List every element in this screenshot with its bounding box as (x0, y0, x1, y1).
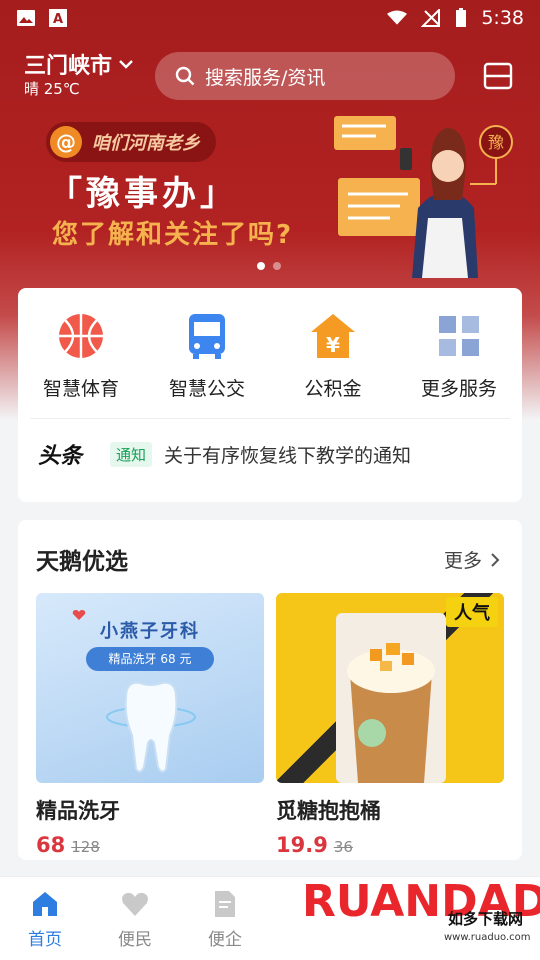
news-headline[interactable]: 关于有序恢复线下教学的通知 (164, 441, 411, 468)
nav-home[interactable]: 首页 (15, 889, 75, 950)
svg-text:A: A (53, 12, 63, 27)
service-label: 更多服务 (420, 378, 497, 400)
image-pill-text: 精品洗牙 68 元 (86, 647, 214, 671)
product-price: 68 128 (36, 833, 264, 857)
grid-icon (439, 316, 479, 356)
chevron-down-icon (119, 60, 133, 69)
sale-price: 68 (36, 833, 66, 857)
services-card: 智慧体育 智慧公交 ¥ 公积金 更多服务 头条 通知 关于有序恢复线下教学的通知 (18, 288, 522, 502)
app-notification-icon: A (49, 9, 67, 27)
header: 三门峡市 晴 25℃ 搜索服务/资讯 (0, 44, 540, 108)
nav-convenience[interactable]: 便民 (105, 889, 165, 950)
watermark-url: www.ruaduo.com (444, 932, 531, 943)
news-ticker[interactable]: 头条 通知 关于有序恢复线下教学的通知 (38, 438, 411, 470)
tooth-icon (106, 681, 196, 773)
service-item[interactable]: ¥ 公积金 (270, 310, 396, 401)
product-name: 精品洗牙 (36, 799, 120, 823)
more-label: 更多 (443, 550, 482, 572)
home-icon (33, 892, 57, 916)
service-label: 公积金 (304, 378, 362, 400)
city-selector[interactable]: 三门峡市 (24, 48, 134, 80)
service-label: 智慧体育 (42, 378, 119, 400)
image-brand-text: 小燕子牙科 (100, 621, 200, 642)
selection-card: 天鹅优选 更多 小燕子牙科 精品洗牙 68 元 精品洗牙 68 128 人气 觅… (18, 520, 522, 860)
banner-subtitle: 您了解和关注了吗? (52, 220, 294, 250)
svg-text:¥: ¥ (326, 333, 340, 357)
service-label: 智慧公交 (168, 378, 245, 400)
city-name: 三门峡市 (24, 54, 113, 79)
product-card-dental[interactable]: 小燕子牙科 精品洗牙 68 元 精品洗牙 68 128 (36, 593, 264, 857)
search-bar[interactable]: 搜索服务/资讯 (155, 52, 455, 100)
image-icon (17, 10, 35, 26)
service-item[interactable]: 智慧体育 (18, 310, 144, 401)
weather-info: 晴 25℃ (24, 80, 80, 98)
original-price: 36 (333, 838, 353, 856)
popular-badge: 人气 (446, 597, 498, 627)
service-item[interactable]: 智慧公交 (144, 310, 270, 401)
wifi-icon (387, 10, 408, 25)
nav-label: 便民 (118, 930, 152, 950)
heart-decoration-icon (72, 610, 86, 620)
no-signal-icon (421, 9, 441, 27)
at-icon: @ (50, 126, 82, 158)
product-price: 19.9 36 (276, 833, 504, 857)
product-image: 人气 (276, 593, 504, 783)
sale-price: 19.9 (276, 833, 328, 857)
bus-icon (189, 314, 225, 359)
basketball-icon (59, 314, 103, 358)
product-name: 觅糖抱抱桶 (276, 799, 381, 823)
service-item[interactable]: 更多服务 (396, 310, 522, 401)
heart-icon (122, 892, 148, 916)
search-placeholder: 搜索服务/资讯 (205, 66, 326, 89)
section-title: 天鹅优选 (36, 549, 128, 575)
nav-label: 首页 (28, 930, 62, 950)
original-price: 128 (71, 838, 100, 856)
watermark-cn: 如多下载网 (448, 910, 523, 928)
document-icon (215, 891, 235, 917)
battery-icon (456, 8, 467, 27)
menu-icon[interactable] (482, 60, 514, 92)
dessert-cup-icon (336, 613, 446, 783)
watermark-logo: RUANDADO 如多下载网 www.ruaduo.com (302, 876, 540, 943)
product-image: 小燕子牙科 精品洗牙 68 元 (36, 593, 264, 783)
banner-illustration: 豫 (334, 116, 513, 278)
banner-title: 「豫事办」 (48, 174, 238, 214)
promo-banner[interactable]: @ 咱们河南老乡 「豫事办」 您了解和关注了吗? 豫 (0, 108, 540, 278)
seal-text: 豫 (488, 133, 504, 152)
house-fund-icon: ¥ (311, 314, 355, 358)
service-grid: 智慧体育 智慧公交 ¥ 公积金 更多服务 (18, 310, 522, 401)
banner-tag-text: 咱们河南老乡 (92, 133, 200, 154)
carousel-indicator (257, 262, 281, 270)
clock: 5:38 (481, 7, 524, 29)
carousel-dot[interactable] (273, 262, 281, 270)
divider (30, 418, 510, 419)
chevron-right-icon (491, 552, 500, 567)
banner-tag: @ 咱们河南老乡 (46, 122, 216, 162)
notice-badge: 通知 (110, 441, 153, 467)
nav-label: 便企 (208, 930, 242, 950)
nav-enterprise[interactable]: 便企 (195, 889, 255, 950)
toutiao-logo: 头条 (38, 444, 83, 469)
status-bar: A 5:38 (0, 0, 540, 36)
carousel-dot[interactable] (257, 262, 265, 270)
product-card-dessert[interactable]: 人气 觅糖抱抱桶 19.9 36 (276, 593, 504, 857)
search-icon (175, 66, 195, 86)
more-link[interactable]: 更多 (444, 546, 500, 573)
